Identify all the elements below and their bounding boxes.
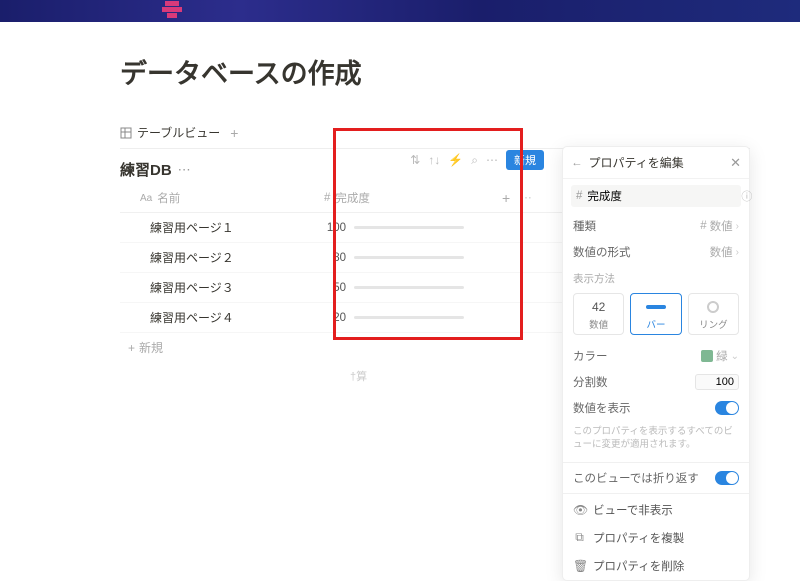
more-icon[interactable]: ⋯ — [486, 153, 498, 167]
bar-track — [354, 286, 464, 289]
chevron-right-icon: › — [736, 247, 739, 258]
bar-value: 50 — [324, 282, 346, 294]
duplicate-action[interactable]: ⧉ プロパティを複製 — [563, 524, 749, 552]
back-button[interactable]: ← — [571, 157, 583, 169]
lightning-icon[interactable]: ⚡ — [448, 153, 463, 167]
plus-icon: + — [128, 341, 135, 355]
add-column-button[interactable]: + — [502, 190, 510, 206]
display-opt-number[interactable]: 42 数値 — [573, 293, 624, 335]
cell-progress[interactable]: 80 — [310, 249, 490, 266]
table-icon — [120, 127, 132, 139]
number-sample: 42 — [576, 299, 621, 315]
info-icon[interactable]: ⓘ — [741, 188, 752, 204]
color-swatch — [701, 350, 713, 362]
chevron-down-icon: ⌄ — [731, 351, 739, 362]
bar-icon — [646, 305, 666, 309]
hint-text: このプロパティを表示するすべてのビューに変更が適用されます。 — [563, 421, 749, 460]
hash-icon: # — [700, 220, 706, 232]
cell-name[interactable]: 練習用ページ３ — [120, 279, 310, 296]
divisor-input[interactable] — [695, 374, 739, 390]
bar-track — [354, 226, 464, 229]
show-number-toggle[interactable] — [715, 401, 739, 415]
db-menu-button[interactable]: ⋯ — [178, 162, 192, 178]
bar-track — [354, 316, 464, 319]
wrap-row: このビューでは折り返す — [563, 465, 749, 491]
text-icon: Aa — [140, 193, 152, 204]
sort-icon[interactable]: ↑↓ — [428, 153, 440, 167]
type-row[interactable]: 種類 #数値› — [563, 213, 749, 239]
cell-progress[interactable]: 100 — [310, 219, 490, 236]
wrap-toggle[interactable] — [715, 471, 739, 485]
db-view-tabs: テーブルビュー + — [120, 117, 750, 149]
copy-icon: ⧉ — [573, 530, 586, 545]
add-view-button[interactable]: + — [230, 125, 238, 141]
color-row[interactable]: カラー 緑⌄ — [563, 343, 749, 369]
display-opt-bar[interactable]: バー — [630, 293, 681, 335]
divisor-row: 分割数 — [563, 369, 749, 395]
cell-progress[interactable]: 20 — [310, 309, 490, 326]
filter-icon[interactable]: ⇅ — [410, 153, 420, 167]
col-header-name[interactable]: Aa 名前 — [120, 190, 310, 206]
col-more-icon[interactable]: ⋯ — [520, 190, 532, 206]
panel-title: プロパティを編集 — [589, 154, 731, 171]
bar-track — [354, 256, 464, 259]
name-field[interactable] — [587, 190, 741, 202]
cell-name[interactable]: 練習用ページ２ — [120, 249, 310, 266]
property-name-input[interactable]: # ⓘ — [571, 185, 741, 207]
bar-value: 80 — [324, 252, 346, 264]
search-icon[interactable]: ⌕ — [471, 153, 478, 168]
bar-value: 100 — [324, 222, 346, 234]
tab-label: テーブルビュー — [137, 124, 220, 141]
db-title[interactable]: 練習DB — [120, 159, 172, 180]
format-row[interactable]: 数値の形式 数値› — [563, 239, 749, 265]
header-banner — [0, 0, 800, 22]
bar-value: 20 — [324, 312, 346, 324]
cell-name[interactable]: 練習用ページ４ — [120, 309, 310, 326]
ring-icon — [707, 301, 719, 313]
hash-icon: # — [324, 192, 330, 204]
page-title: データベースの作成 — [120, 52, 750, 91]
new-button[interactable]: 新規 — [506, 150, 544, 170]
col-header-progress[interactable]: # 完成度 — [310, 190, 490, 206]
chevron-right-icon: › — [736, 221, 739, 232]
delete-action[interactable]: 🗑 プロパティを削除 — [563, 552, 749, 580]
property-panel: ← プロパティを編集 ✕ # ⓘ 種類 #数値› 数値の形式 数値› 表示方法 … — [562, 146, 750, 581]
tab-table-view[interactable]: テーブルビュー — [120, 121, 220, 144]
close-button[interactable]: ✕ — [730, 155, 741, 171]
hash-icon: # — [576, 190, 582, 202]
eye-off-icon: 👁 — [573, 503, 586, 517]
trash-icon: 🗑 — [573, 559, 586, 573]
show-number-row: 数値を表示 — [563, 395, 749, 421]
cell-name[interactable]: 練習用ページ１ — [120, 219, 310, 236]
cell-progress[interactable]: 50 — [310, 279, 490, 296]
display-section-label: 表示方法 — [563, 265, 749, 289]
display-opt-ring[interactable]: リング — [688, 293, 739, 335]
